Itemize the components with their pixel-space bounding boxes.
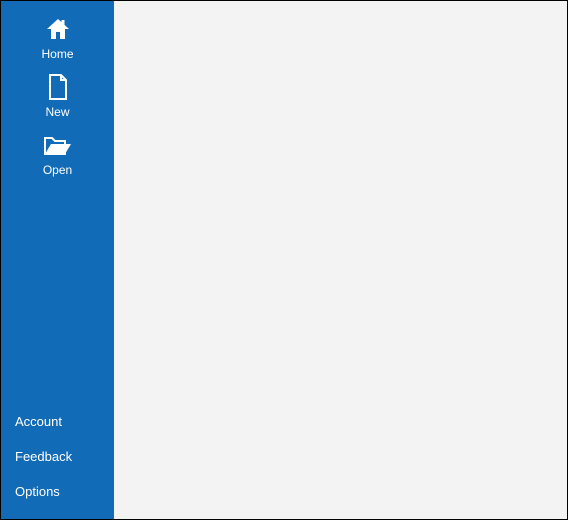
sidebar-item-label: Home <box>41 47 73 61</box>
sidebar-item-label: Feedback <box>15 449 72 464</box>
sidebar-top-group: Home New Open <box>1 9 114 183</box>
sidebar: Home New Open <box>1 1 114 519</box>
sidebar-item-label: Account <box>15 414 62 429</box>
sidebar-item-home[interactable]: Home <box>1 9 114 67</box>
sidebar-item-feedback[interactable]: Feedback <box>15 439 114 474</box>
open-folder-icon <box>43 131 73 159</box>
home-icon <box>45 15 71 43</box>
sidebar-item-options[interactable]: Options <box>15 474 114 509</box>
sidebar-item-account[interactable]: Account <box>15 404 114 439</box>
content-area <box>114 1 567 519</box>
sidebar-item-label: Open <box>43 163 72 177</box>
sidebar-item-label: New <box>45 105 69 119</box>
app-window: Home New Open <box>0 0 568 520</box>
sidebar-item-new[interactable]: New <box>1 67 114 125</box>
sidebar-item-label: Options <box>15 484 60 499</box>
sidebar-bottom-group: Account Feedback Options <box>1 404 114 509</box>
new-document-icon <box>47 73 69 101</box>
sidebar-item-open[interactable]: Open <box>1 125 114 183</box>
